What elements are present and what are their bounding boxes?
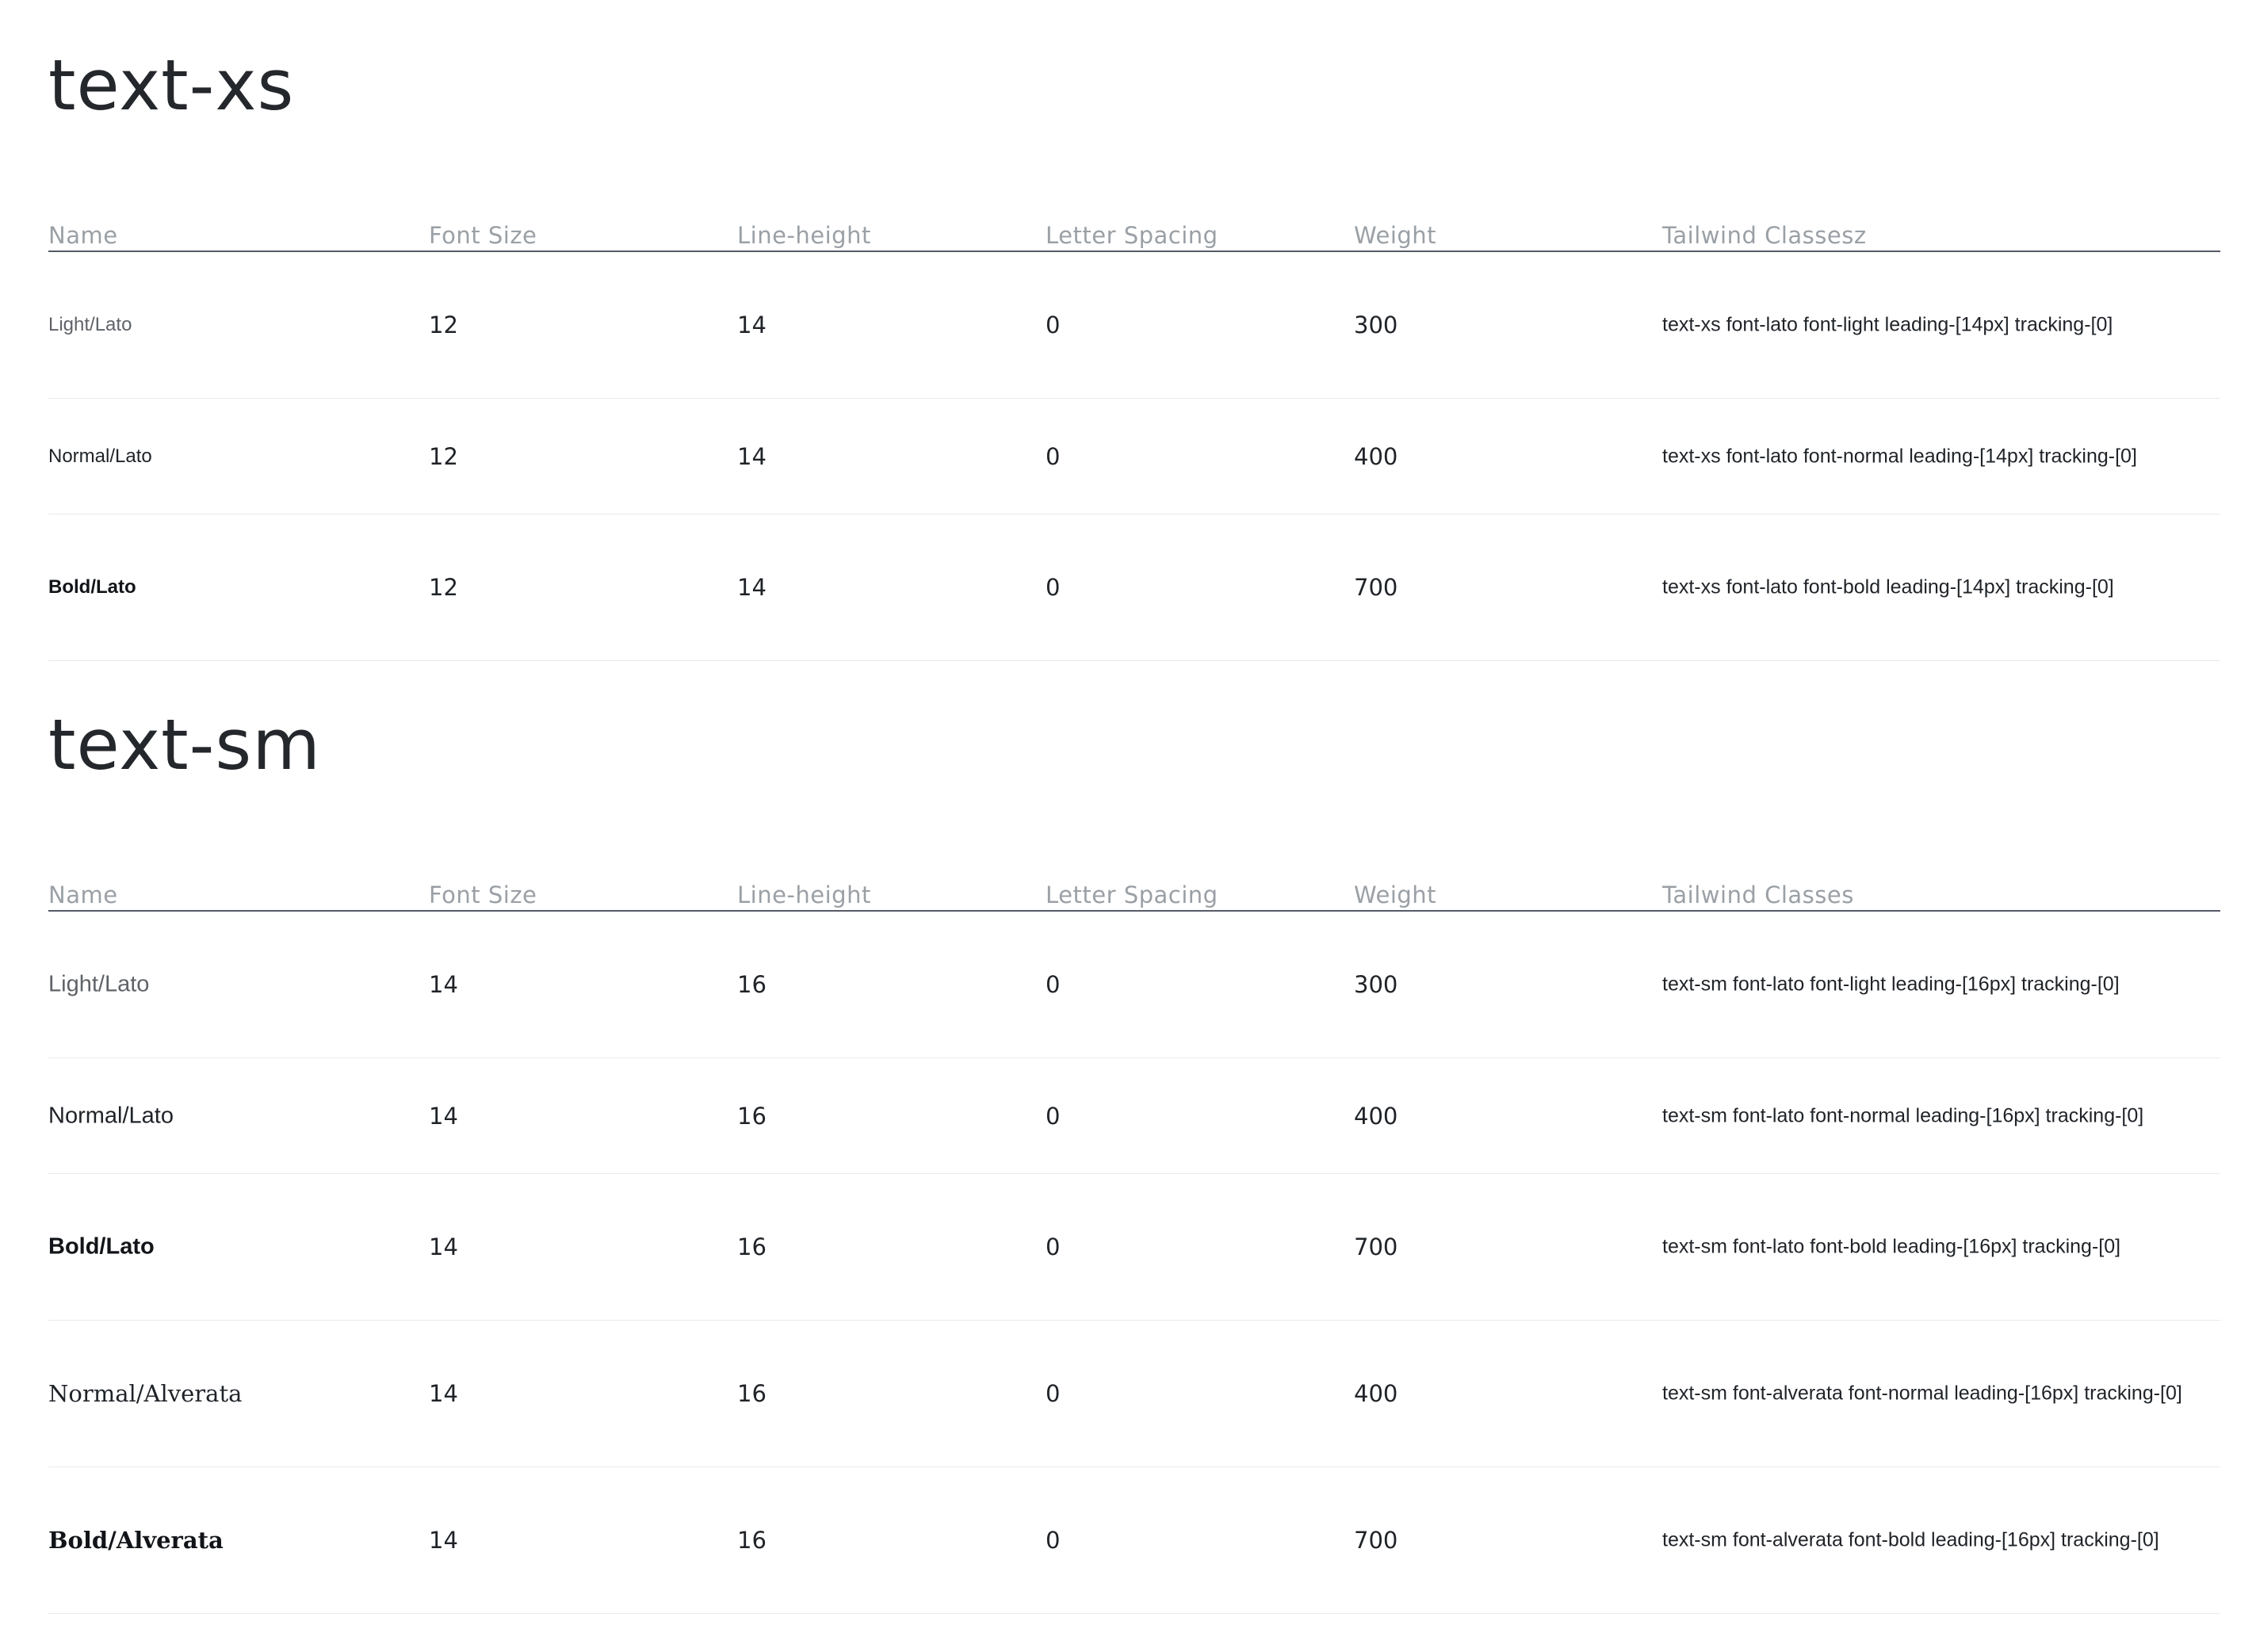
- section-title-text-sm: text-sm: [48, 704, 322, 786]
- row-style-name: Light/Lato: [48, 971, 150, 997]
- row-tailwind-classes: text-sm font-alverata font-bold leading-…: [1662, 1528, 2159, 1551]
- typography-table-text-xs: Name Font Size Line-height Letter Spacin…: [48, 173, 2220, 661]
- header-name: Name: [48, 222, 118, 249]
- row-letter-spacing: 0: [1046, 1102, 1061, 1130]
- row-letter-spacing: 0: [1046, 574, 1061, 601]
- row-style-name: Bold/Alverata: [48, 1527, 224, 1554]
- header-name: Name: [48, 881, 118, 908]
- row-letter-spacing: 0: [1046, 971, 1061, 998]
- row-line-height: 16: [737, 1527, 767, 1554]
- row-style-name: Light/Lato: [48, 314, 132, 335]
- row-line-height: 14: [737, 312, 767, 338]
- typography-table-text-sm: Name Font Size Line-height Letter Spacin…: [48, 832, 2220, 1614]
- row-weight: 700: [1354, 1527, 1398, 1554]
- row-line-height: 14: [737, 442, 767, 470]
- header-line-height: Line-height: [737, 222, 871, 249]
- row-font-size: 12: [429, 574, 458, 601]
- row-line-height: 16: [737, 971, 767, 998]
- row-weight: 700: [1354, 1233, 1398, 1260]
- header-line-height: Line-height: [737, 881, 871, 908]
- table-row: Normal/Alverata 14 16 0 400 text-sm font…: [48, 1321, 2220, 1467]
- row-style-name: Normal/Lato: [48, 445, 152, 467]
- row-tailwind-classes: text-sm font-lato font-normal leading-[1…: [1662, 1104, 2144, 1126]
- row-line-height: 14: [737, 574, 767, 601]
- table-row: Light/Lato 12 14 0 300 text-xs font-lato…: [48, 252, 2220, 399]
- row-weight: 300: [1354, 971, 1398, 998]
- row-font-size: 14: [429, 1102, 458, 1130]
- header-weight: Weight: [1354, 222, 1437, 249]
- row-line-height: 16: [737, 1380, 767, 1407]
- row-weight: 400: [1354, 1102, 1398, 1130]
- row-font-size: 14: [429, 1527, 458, 1554]
- row-tailwind-classes: text-sm font-lato font-light leading-[16…: [1662, 973, 2120, 996]
- table-row: Bold/Alverata 14 16 0 700 text-sm font-a…: [48, 1467, 2220, 1614]
- row-font-size: 12: [429, 312, 458, 338]
- table-row: Light/Lato 14 16 0 300 text-sm font-lato…: [48, 912, 2220, 1058]
- row-letter-spacing: 0: [1046, 1527, 1061, 1554]
- row-line-height: 16: [737, 1102, 767, 1130]
- row-font-size: 12: [429, 442, 458, 470]
- row-letter-spacing: 0: [1046, 1233, 1061, 1260]
- table-row: Normal/Lato 12 14 0 400 text-xs font-lat…: [48, 399, 2220, 514]
- header-tailwind-classes: Tailwind Classes: [1662, 881, 1854, 908]
- header-font-size: Font Size: [429, 222, 537, 249]
- row-letter-spacing: 0: [1046, 442, 1061, 470]
- table-row: Normal/Lato 14 16 0 400 text-sm font-lat…: [48, 1058, 2220, 1174]
- header-tailwind-classes: Tailwind Classesz: [1662, 222, 1867, 249]
- row-letter-spacing: 0: [1046, 312, 1061, 338]
- table-header-row: Name Font Size Line-height Letter Spacin…: [48, 832, 2220, 912]
- row-tailwind-classes: text-sm font-alverata font-normal leadin…: [1662, 1382, 2182, 1405]
- row-weight: 400: [1354, 442, 1398, 470]
- row-style-name: Bold/Lato: [48, 576, 136, 598]
- row-font-size: 14: [429, 971, 458, 998]
- row-style-name: Bold/Lato: [48, 1233, 155, 1260]
- table-row: Bold/Lato 12 14 0 700 text-xs font-lato …: [48, 514, 2220, 661]
- row-weight: 300: [1354, 312, 1398, 338]
- section-title-text-xs: text-xs: [48, 44, 295, 126]
- row-tailwind-classes: text-sm font-lato font-bold leading-[16p…: [1662, 1235, 2121, 1258]
- row-tailwind-classes: text-xs font-lato font-light leading-[14…: [1662, 313, 2113, 336]
- row-font-size: 14: [429, 1233, 458, 1260]
- row-weight: 400: [1354, 1380, 1398, 1407]
- header-weight: Weight: [1354, 881, 1437, 908]
- row-line-height: 16: [737, 1233, 767, 1260]
- table-header-row: Name Font Size Line-height Letter Spacin…: [48, 173, 2220, 252]
- row-tailwind-classes: text-xs font-lato font-bold leading-[14p…: [1662, 576, 2114, 598]
- table-row: Bold/Lato 14 16 0 700 text-sm font-lato …: [48, 1174, 2220, 1321]
- header-letter-spacing: Letter Spacing: [1046, 881, 1218, 908]
- row-letter-spacing: 0: [1046, 1380, 1061, 1407]
- row-weight: 700: [1354, 574, 1398, 601]
- header-letter-spacing: Letter Spacing: [1046, 222, 1218, 249]
- header-font-size: Font Size: [429, 881, 537, 908]
- row-style-name: Normal/Lato: [48, 1103, 174, 1128]
- row-tailwind-classes: text-xs font-lato font-normal leading-[1…: [1662, 445, 2137, 467]
- row-style-name: Normal/Alverata: [48, 1380, 243, 1407]
- row-font-size: 14: [429, 1380, 458, 1407]
